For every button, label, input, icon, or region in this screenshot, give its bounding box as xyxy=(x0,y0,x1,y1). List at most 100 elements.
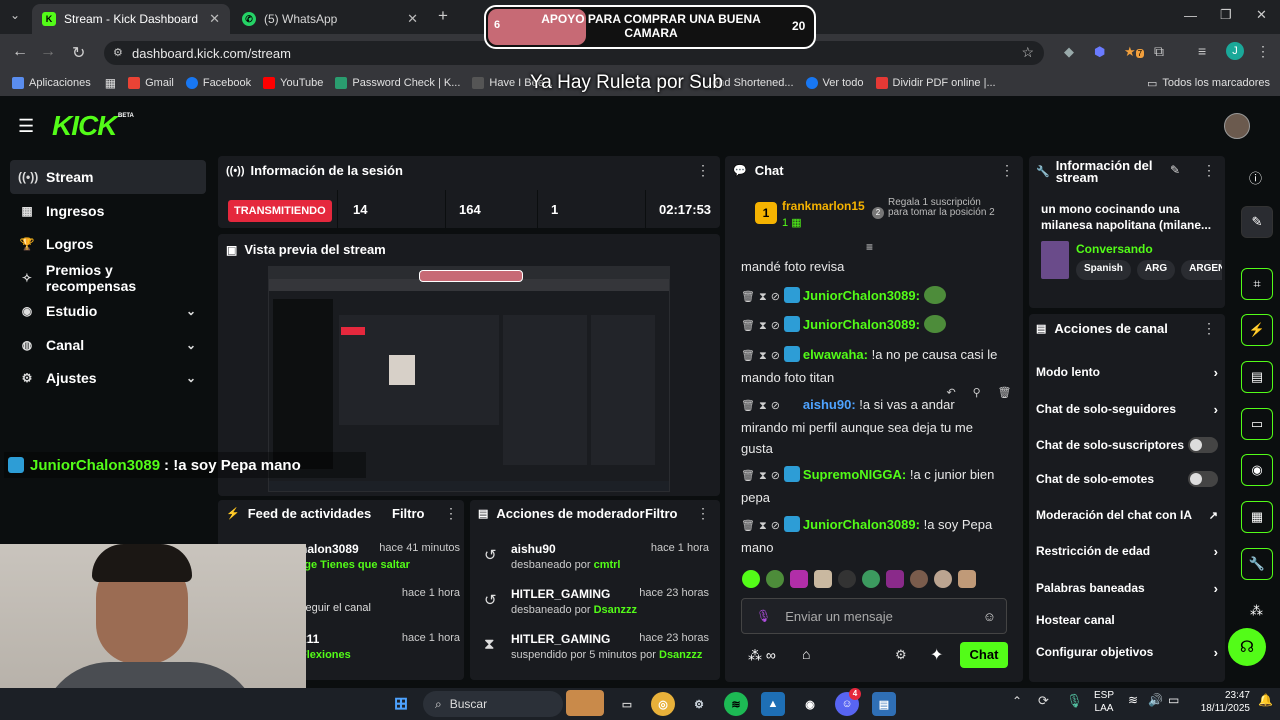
chat-username[interactable]: JuniorChalon3089: xyxy=(803,288,920,303)
extensions-puzzle-icon[interactable]: ⧉ xyxy=(1154,43,1164,60)
kick-logo[interactable]: KICK xyxy=(52,110,117,142)
emote-icon[interactable] xyxy=(766,570,784,588)
toggle-switch[interactable] xyxy=(1188,437,1218,453)
steam-icon[interactable]: ⚙ xyxy=(687,692,711,716)
ban-icon[interactable]: ⊘ xyxy=(771,291,780,303)
chevron-down-icon[interactable]: ⌄ xyxy=(186,371,196,385)
hamburger-menu-icon[interactable]: ☰ xyxy=(18,116,34,137)
chat-menu-icon[interactable]: ⋮ xyxy=(1000,162,1014,179)
emoji-icon[interactable]: ☺ xyxy=(983,609,996,624)
ban-icon[interactable]: ⊘ xyxy=(771,350,780,362)
back-icon[interactable]: ← xyxy=(12,43,28,61)
site-info-icon[interactable]: ⚙ xyxy=(113,46,123,59)
rail-chat-button[interactable]: ▭ xyxy=(1241,408,1273,440)
activity-menu-icon[interactable]: ⋮ xyxy=(444,505,458,522)
external-link-icon[interactable]: ↗ xyxy=(1209,509,1218,522)
emote-icon[interactable] xyxy=(862,570,880,588)
sidebar-item-stream[interactable]: ((•)) Stream xyxy=(10,160,206,194)
ban-icon[interactable]: ⊘ xyxy=(771,470,780,482)
chevron-right-icon[interactable]: › xyxy=(1214,581,1218,596)
bookmark-grid[interactable]: ▦ xyxy=(105,76,116,90)
chevron-down-icon[interactable]: ⌄ xyxy=(186,304,196,318)
timeout-icon[interactable]: ⧗ xyxy=(759,291,767,303)
points-icon[interactable]: ⁂ ∞ xyxy=(748,647,776,664)
chat-message[interactable]: 🗑 ⧗ ⊘ SupremoNIGGA: !a c junior bien pepa xyxy=(741,464,1003,508)
chevron-right-icon[interactable]: › xyxy=(1214,402,1218,417)
channel-action-chat-de-solo-seguidores[interactable]: Chat de solo-seguidores › xyxy=(1036,401,1218,417)
chat-message[interactable]: 🗑 ⧗ ⊘ JuniorChalon3089: !a soy Pepa mano xyxy=(741,514,1003,558)
close-tab-icon[interactable]: ✕ xyxy=(209,11,220,27)
delete-message-icon[interactable]: 🗑 xyxy=(741,291,755,303)
emote-icon[interactable] xyxy=(838,570,856,588)
emote-icon[interactable] xyxy=(934,570,952,588)
channel-action-modo-lento[interactable]: Modo lento › xyxy=(1036,364,1218,380)
timeout-icon[interactable]: ⧗ xyxy=(759,400,767,412)
channel-actions-menu-icon[interactable]: ⋮ xyxy=(1202,320,1216,337)
delete-message-icon[interactable]: 🗑 xyxy=(741,400,755,412)
reload-icon[interactable]: ↻ xyxy=(72,43,85,63)
activity-filter-button[interactable]: Filtro xyxy=(392,506,425,521)
channel-action-configurar-objetivos[interactable]: Configurar objetivos › xyxy=(1036,644,1218,660)
chat-message[interactable]: mandé foto revisa xyxy=(741,256,1003,277)
extension-icon[interactable]: ★ 7 xyxy=(1124,44,1145,60)
tray-mic-icon[interactable]: 🎙 xyxy=(1066,693,1083,709)
tab-whatsapp[interactable]: ✆ (5) WhatsApp ✕ xyxy=(232,4,428,34)
channel-action-restricci-n-de-edad[interactable]: Restricción de edad › xyxy=(1036,543,1218,559)
bookmark-star-icon[interactable]: ☆ xyxy=(1021,44,1034,61)
emote-icon[interactable] xyxy=(910,570,928,588)
emote-icon[interactable] xyxy=(886,570,904,588)
chat-input-box[interactable]: 🎙 Enviar un mensaje ☺ xyxy=(741,598,1007,634)
chat-settings-icon[interactable]: ⚙ xyxy=(895,647,907,663)
chrome-icon[interactable]: ◎ xyxy=(651,692,675,716)
discord-icon[interactable]: ☺ 4 xyxy=(835,688,861,716)
bookmark-ver-todo[interactable]: Ver todo xyxy=(805,77,864,89)
chat-username[interactable]: SupremoNIGGA: xyxy=(803,467,906,482)
rail-bolt-button[interactable]: ⚡ xyxy=(1241,314,1273,346)
emote-icon[interactable] xyxy=(814,570,832,588)
close-tab-icon[interactable]: ✕ xyxy=(407,11,418,27)
timeout-icon[interactable]: ⧗ xyxy=(759,520,767,532)
clock[interactable]: 23:47 18/11/2025 xyxy=(1194,689,1250,715)
forward-icon[interactable]: → xyxy=(40,43,56,61)
emote-icon[interactable] xyxy=(958,570,976,588)
microphone-icon[interactable]: 🎙 xyxy=(756,609,771,623)
language-indicator[interactable]: ESP LAA xyxy=(1094,689,1114,715)
sidebar-item-ingresos[interactable]: ▦ Ingresos xyxy=(10,194,206,228)
sidebar-item-estudio[interactable]: ◉ Estudio ⌄ xyxy=(10,294,206,328)
ban-icon[interactable]: ⊘ xyxy=(771,400,780,412)
delete-message-icon[interactable]: 🗑 xyxy=(741,350,755,362)
emote-icon[interactable] xyxy=(790,570,808,588)
tray-network-icon[interactable]: ⟳ xyxy=(1038,693,1049,709)
bookmark-gmail[interactable]: Gmail xyxy=(128,77,174,89)
rail-layout-button[interactable]: ▦ xyxy=(1241,501,1273,533)
delete-message-icon[interactable]: 🗑 xyxy=(741,520,755,532)
channel-action-moderaci-n-del-chat-con-ia[interactable]: Moderación del chat con IA ↗ xyxy=(1036,507,1218,523)
chat-username[interactable]: JuniorChalon3089: xyxy=(803,517,920,532)
maximize-icon[interactable]: ❐ xyxy=(1220,7,1232,23)
send-chat-button[interactable]: Chat xyxy=(960,642,1008,668)
ban-icon[interactable]: ⊘ xyxy=(771,520,780,532)
task-view-icon[interactable]: ▭ xyxy=(615,692,639,716)
sidebar-item-canal[interactable]: ◍ Canal ⌄ xyxy=(10,328,206,362)
chat-username[interactable]: aishu90: xyxy=(803,397,856,412)
store-icon[interactable]: ⌂ xyxy=(802,646,810,662)
windows-start-icon[interactable]: ⊞ xyxy=(389,692,413,716)
tab-search-icon[interactable]: ⌄ xyxy=(10,8,20,22)
tag-chip[interactable]: ARG xyxy=(1136,260,1176,280)
notifications-icon[interactable]: 🔔 xyxy=(1258,693,1273,707)
emote-icon[interactable] xyxy=(742,570,760,588)
timeout-icon[interactable]: ⧗ xyxy=(759,320,767,332)
chevron-down-icon[interactable]: ⌄ xyxy=(186,338,196,352)
pin-icon[interactable]: ⚲ xyxy=(973,386,981,399)
channel-action-chat-de-solo-suscriptores[interactable]: Chat de solo-suscriptores xyxy=(1036,437,1218,453)
media-icon[interactable]: ≡ xyxy=(1198,43,1206,59)
gift-icon[interactable]: ✦ xyxy=(930,645,943,665)
support-headset-button[interactable]: ☊ xyxy=(1228,628,1266,666)
chevron-right-icon[interactable]: › xyxy=(1214,645,1218,660)
obs-icon[interactable]: ◉ xyxy=(798,692,822,716)
sidebar-item-ajustes[interactable]: ⚙ Ajustes ⌄ xyxy=(10,361,206,395)
sidebar-item-premios-y-recompensas[interactable]: ✧ Premios y recompensas xyxy=(10,261,206,295)
delete-icon[interactable]: 🗑 xyxy=(998,386,1012,399)
chat-message[interactable]: 🗑 ⧗ ⊘ JuniorChalon3089: xyxy=(741,285,1003,308)
notepad-icon[interactable]: ▤ xyxy=(872,692,896,716)
